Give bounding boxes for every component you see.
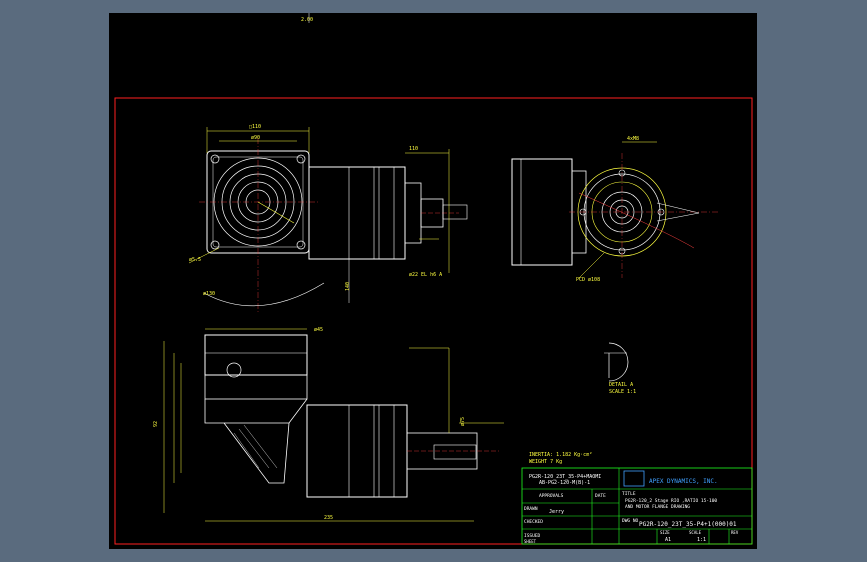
tb-drawn-by: Jerry [549, 509, 564, 515]
tb-size: A1 [665, 537, 671, 543]
dim-section-top: ø45 [314, 327, 323, 333]
section-view: ø45 92 235 ø75 [153, 327, 504, 522]
note-inertia: INERTIA: 1.182 Kg·cm² [529, 452, 592, 458]
dim-shaft: ø22 EL h6 A [409, 272, 442, 278]
dim-section-length: 235 [324, 515, 333, 521]
dim-hole-dia: ø5.5 [189, 257, 201, 263]
dim-bolt-circle: ø130 [203, 291, 215, 297]
tb-checked-label: CHECKED [524, 519, 543, 525]
detail-a-label: DETAIL A [609, 382, 633, 388]
tb-rev-label: REV [731, 530, 739, 535]
detail-a: DETAIL A SCALE 1:1 [604, 342, 636, 395]
dim-body-height: 140 [345, 282, 351, 291]
title-block: PG2R-120_23T_35-P4+MAOMI AB-PG2-120-M(B)… [521, 467, 753, 545]
tb-desc-line2: AND MOTOR FLANGE DRAWING [625, 504, 690, 510]
dim-length-a: 110 [409, 146, 418, 152]
tb-scale: 1:1 [697, 537, 706, 543]
tb-title-label: TITLE [622, 491, 636, 497]
dim-section-height: 92 [153, 421, 159, 427]
dim-pcd: PCD ø108 [576, 277, 600, 283]
dim-side-m8: 4xM8 [627, 136, 639, 142]
tb-dwg-no: PG2R-120_23T_35-P4+1(000)01 [639, 521, 737, 528]
tb-drawn-label: DRAWN [524, 506, 538, 512]
tb-company: APEX DYNAMICS, INC. [649, 478, 718, 485]
front-view: □110 ø90 ø5.5 ø130 110 ø22 EL h6 A 140 [188, 124, 468, 313]
cad-viewport[interactable]: 2.00 □110 ø90 ø5.5 ø130 110 ø22 EL h6 A … [109, 13, 757, 549]
tb-dwg-label: DWG NO [622, 518, 639, 524]
tb-scale-label: SCALE [689, 530, 702, 535]
tb-size-label: SIZE [660, 530, 670, 535]
dim-pilot-dia: ø90 [251, 135, 260, 141]
dim-section-side: ø75 [460, 417, 466, 426]
dim-flange-square: □110 [249, 124, 261, 130]
tb-date-label: DATE [595, 493, 606, 499]
note-weight: WEIGHT 7 Kg [529, 459, 562, 465]
cad-drawing: 2.00 □110 ø90 ø5.5 ø130 110 ø22 EL h6 A … [114, 13, 753, 545]
side-view: 4xM8 PCD ø108 [511, 136, 719, 283]
tb-desc-line1: PG2R-120_2 Stage RIO ,RATIO 15-100 [625, 498, 717, 504]
top-mark-label: 2.00 [301, 17, 313, 23]
tb-sheet-label: SHEET [524, 539, 537, 544]
tb-part-sub: AB-PG2-120-M(B)-1 [539, 480, 590, 486]
detail-a-scale: SCALE 1:1 [609, 389, 636, 395]
tb-approvals-label: APPROVALS [539, 493, 564, 499]
